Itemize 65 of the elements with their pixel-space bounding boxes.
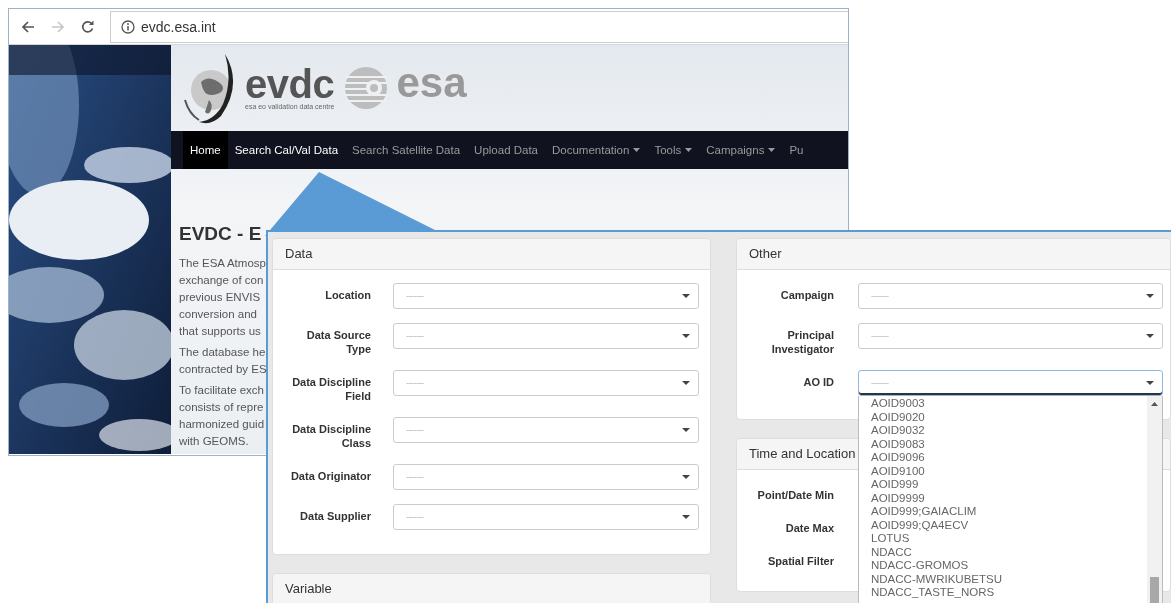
dropdown-option[interactable]: AOID9003 — [871, 397, 925, 411]
field-label: Location — [325, 288, 371, 302]
dropdown-option[interactable]: LOTUS — [871, 532, 910, 546]
page-heading: EVDC - E — [179, 223, 263, 245]
url-text: evdc.esa.int — [141, 18, 216, 35]
menu-link[interactable]: Tools — [647, 130, 700, 169]
dropdown-option[interactable]: NDACC_TASTE_NORS — [871, 586, 995, 600]
caret-icon — [768, 147, 776, 152]
field-label: Data Supplier — [300, 509, 371, 523]
card-title: Time and Location — [749, 446, 856, 462]
dropdown-option[interactable]: NDACC-MWRIKUBETSU — [871, 572, 1002, 586]
card-title: Data — [285, 246, 313, 262]
caret-icon — [682, 515, 690, 519]
menu-link[interactable]: Home — [183, 130, 228, 169]
menu-link[interactable]: Search Cal/Val Data — [227, 130, 346, 169]
reload-icon[interactable] — [80, 18, 96, 35]
caret-icon — [682, 294, 690, 298]
field-label: Data Discipline Class — [291, 422, 371, 450]
scrollbar[interactable] — [1147, 396, 1162, 603]
dropdown-option[interactable]: AOID9096 — [871, 451, 925, 465]
field-label: AO ID — [803, 375, 834, 389]
field-label: Principal Investigator — [770, 328, 834, 356]
dropdown-option[interactable]: AOID999;GAIACLIM — [871, 505, 977, 519]
caret-icon — [1146, 334, 1154, 338]
caret-icon — [682, 475, 690, 479]
field-label: Campaign — [780, 288, 834, 302]
up-arrow-icon[interactable] — [1151, 402, 1158, 406]
field-label: Point/Date Min — [757, 488, 834, 502]
field-label: Data Originator — [290, 469, 371, 483]
field-label: Date Max — [785, 521, 834, 535]
field-label: Spatial Filter — [767, 554, 834, 568]
menu-link[interactable]: Search Satellite Data — [345, 130, 468, 169]
dropdown-option[interactable]: AOID999 — [871, 478, 919, 492]
paragraph: The database he contracted by ES — [179, 345, 267, 377]
caret-icon — [682, 428, 690, 432]
caret-icon — [1146, 294, 1154, 298]
dropdown-option[interactable]: AOID999;QA4ECV — [871, 518, 969, 532]
caret-icon — [1146, 381, 1154, 385]
dropdown-option[interactable]: NDACC — [871, 545, 912, 559]
menu-link[interactable]: Upload Data — [467, 130, 545, 169]
caret-icon — [685, 147, 693, 152]
card-title: Variable — [285, 581, 332, 597]
site-logo-text: evdc — [245, 64, 335, 103]
caret-icon — [682, 334, 690, 338]
caret-icon — [633, 147, 641, 152]
dropdown-option[interactable]: AOID9999 — [871, 491, 925, 505]
dropdown-option[interactable]: AOID9100 — [871, 464, 925, 478]
address-field[interactable]: evdc.esa.int — [110, 10, 848, 43]
back-icon[interactable] — [20, 18, 36, 35]
info-icon — [121, 19, 135, 34]
caret-icon — [682, 381, 690, 385]
dropdown-option[interactable]: AOID9083 — [871, 437, 925, 451]
paragraph: To facilitate exch consists of repre harmonized guid with GEOMS. — [179, 383, 265, 449]
dropdown-option[interactable]: AOID9032 — [871, 424, 925, 438]
partner-logo-text: esa — [396, 62, 467, 103]
field-label: Data Discipline Field — [291, 375, 371, 403]
menu-link[interactable]: Pu — [782, 130, 811, 169]
menu-link[interactable]: Campaigns — [699, 130, 783, 169]
field-label: Data Source Type — [305, 328, 371, 356]
paragraph: The ESA Atmosp exchange of con previous ENVIS conversion and that supports us — [179, 256, 266, 339]
menu-link[interactable]: Documentation — [545, 130, 648, 169]
striped-circle-icon — [342, 64, 389, 111]
card-title: Other — [749, 246, 782, 262]
dropdown-option[interactable]: NDACC-GROMOS — [871, 559, 969, 573]
dropdown-option[interactable]: AOID9020 — [871, 410, 925, 424]
